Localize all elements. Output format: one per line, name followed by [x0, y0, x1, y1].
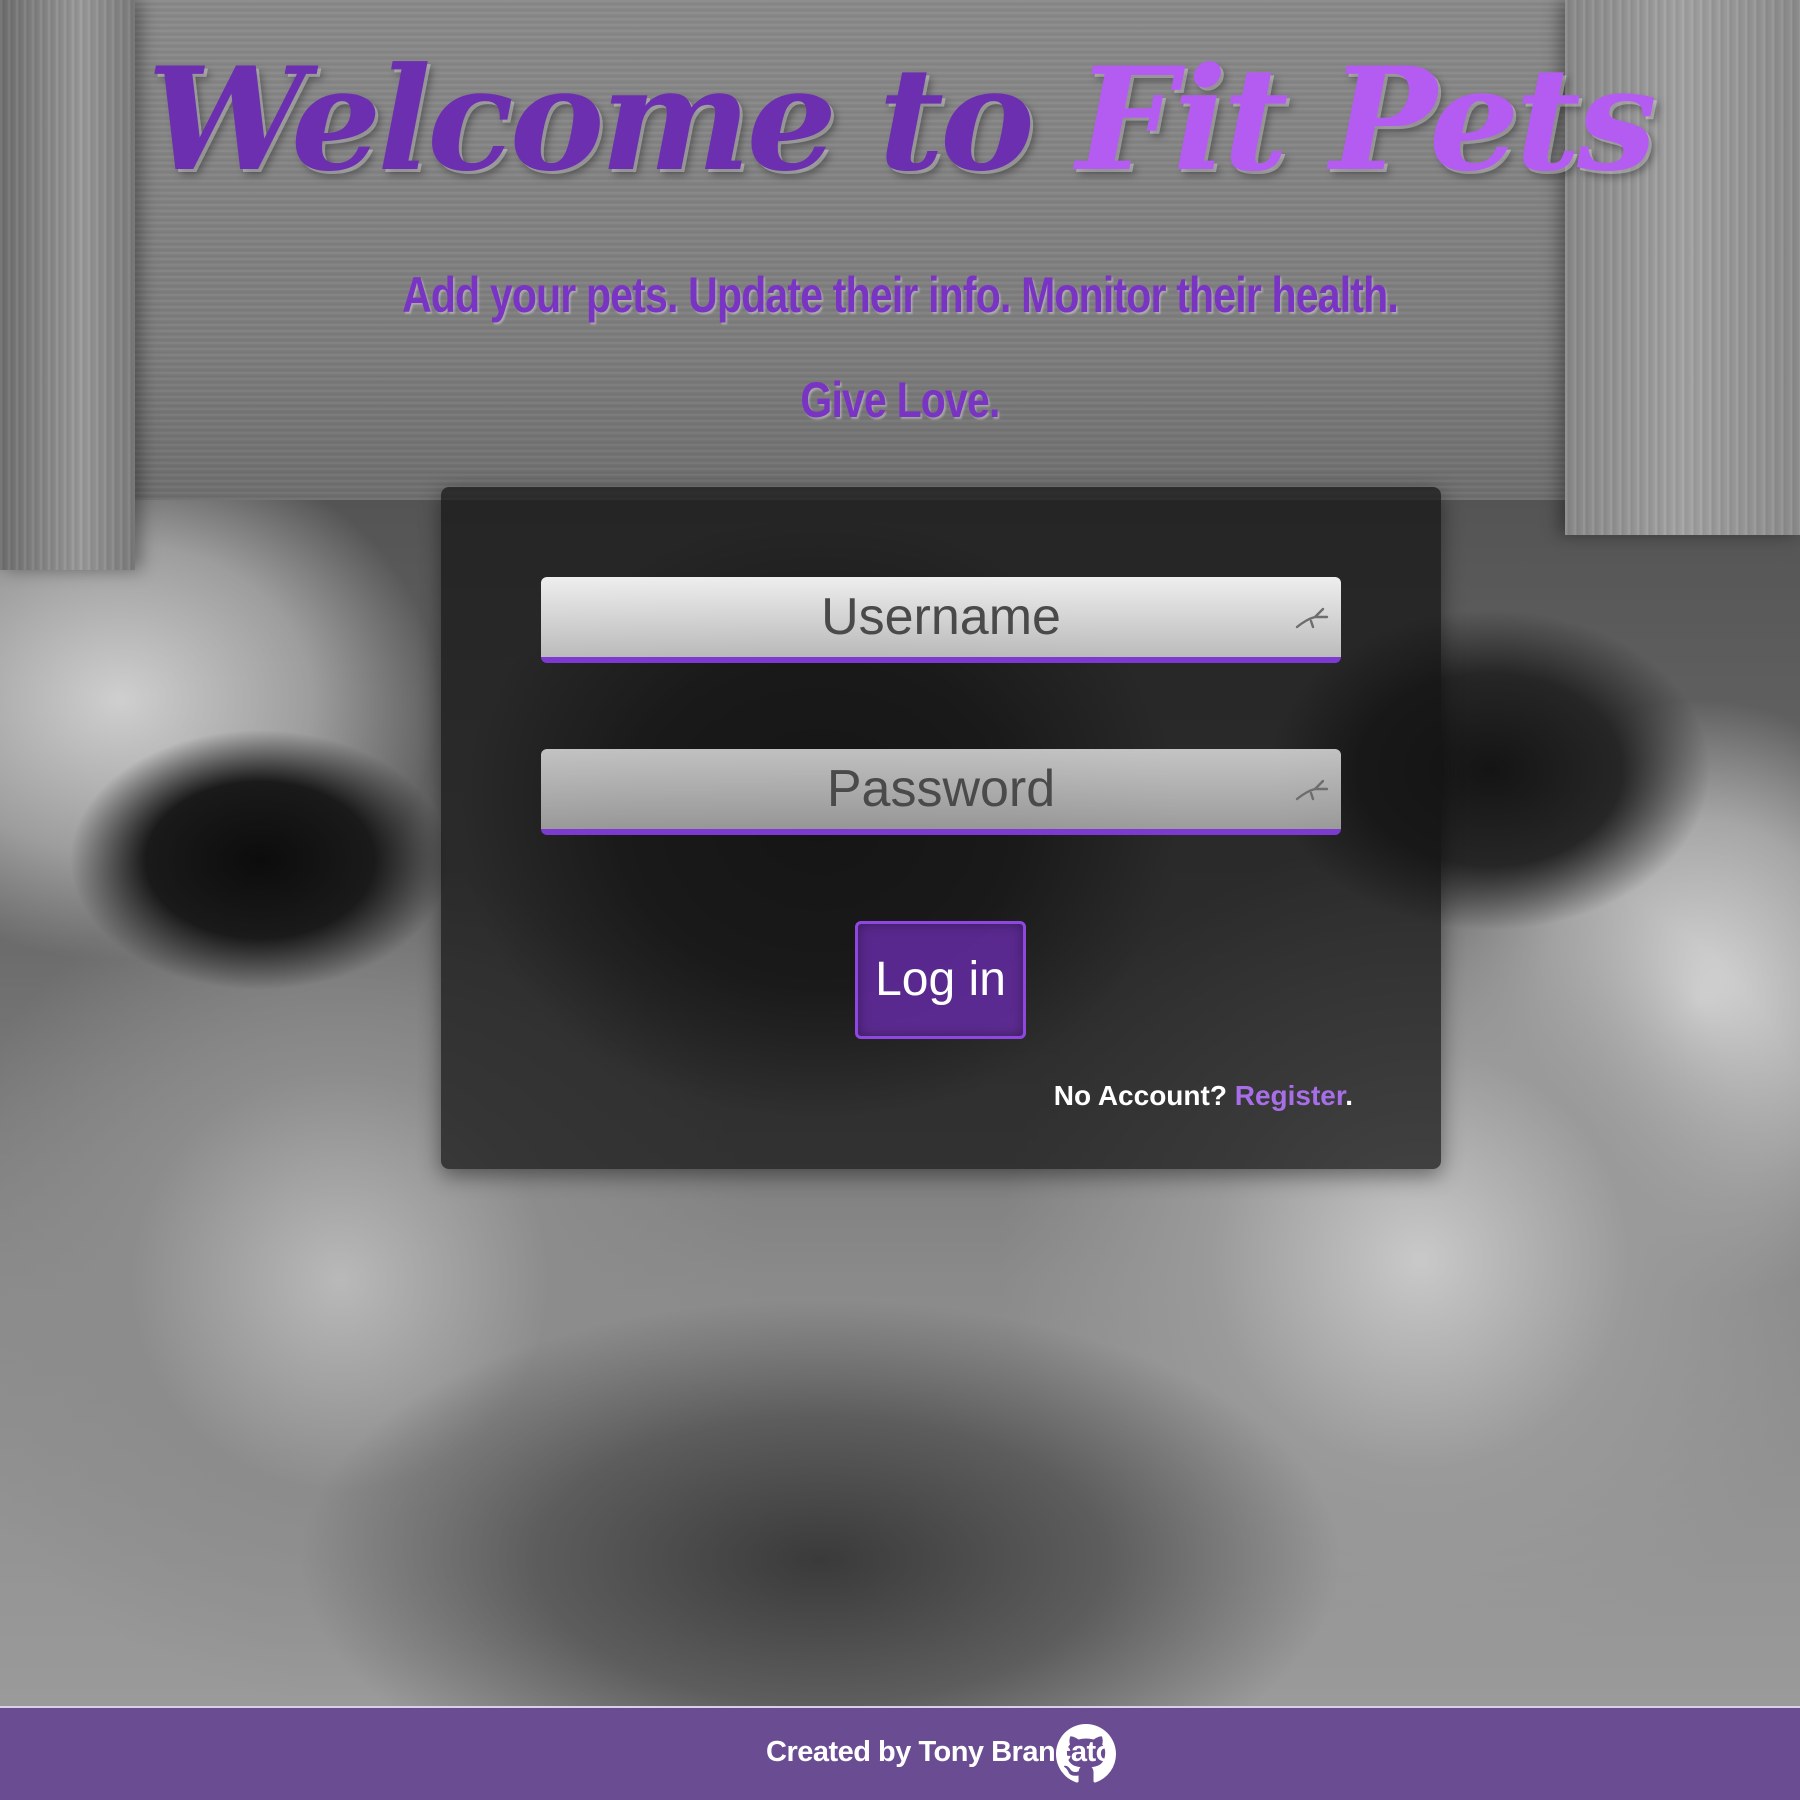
footer: Created by Tony Brancato [0, 1706, 1800, 1800]
login-panel: Log in No Account? Register. [441, 487, 1441, 1169]
no-account-text: No Account? [1053, 1080, 1235, 1111]
autofill-key-icon[interactable] [1293, 775, 1331, 807]
tagline-line-2: Give Love. [800, 372, 1000, 428]
autofill-key-icon[interactable] [1293, 603, 1331, 635]
register-suffix: . [1345, 1080, 1353, 1111]
login-button[interactable]: Log in [855, 921, 1026, 1039]
tagline-line-1: Add your pets. Update their info. Monito… [402, 267, 1399, 323]
password-field-wrapper [541, 749, 1341, 835]
github-icon[interactable] [1056, 1724, 1116, 1784]
title-brand: Fit Pets [1076, 37, 1657, 203]
register-link[interactable]: Register [1235, 1080, 1346, 1111]
password-input[interactable] [541, 749, 1341, 829]
title-welcome: Welcome to [147, 37, 1077, 203]
username-input[interactable] [541, 577, 1341, 657]
page-title: Welcome to Fit Pets [0, 40, 1800, 200]
username-field-wrapper [541, 577, 1341, 663]
register-prompt: No Account? Register. [1054, 1080, 1353, 1112]
page: Welcome to Fit Pets Add your pets. Updat… [0, 0, 1800, 1800]
